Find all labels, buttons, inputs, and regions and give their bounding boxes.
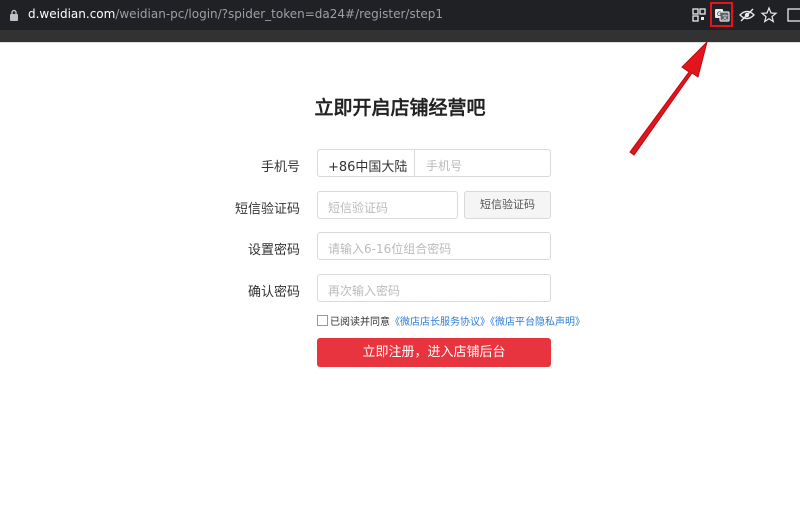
star-icon[interactable] [760, 6, 778, 24]
sms-code-input[interactable]: 短信验证码 [317, 191, 458, 219]
agree-text: 已阅读并同意 [330, 317, 390, 328]
qr-code-icon[interactable] [690, 6, 708, 24]
bookmark-bar [0, 30, 800, 42]
page-title: 立即开启店铺经营吧 [314, 97, 486, 119]
sms-code-placeholder: 短信验证码 [328, 201, 389, 215]
service-agreement-link[interactable]: 《微店店长服务协议》 [390, 317, 490, 328]
chevron-down-icon[interactable]: ⌄ [400, 157, 408, 168]
phone-label: 手机号 [260, 160, 300, 175]
url-path: /weidian-pc/login/?spider_token=da24#/re… [115, 7, 444, 21]
password-label: 设置密码 [247, 243, 300, 258]
confirm-password-input[interactable]: 再次输入密码 [317, 274, 551, 302]
register-page: 立即开启店铺经营吧 手机号 +86中国大陆 ⌄ 手机号 短信验证码 短信验证码 … [0, 42, 800, 507]
translate-highlight-box [710, 2, 733, 27]
privacy-statement-link[interactable]: 《微店平台隐私声明》 [490, 317, 585, 328]
url-field[interactable]: d.weidian.com/weidian-pc/login/?spider_t… [28, 7, 443, 21]
password-placeholder: 请输入6-16位组合密码 [328, 242, 452, 256]
side-panel-icon[interactable] [786, 6, 800, 24]
divider [414, 150, 415, 176]
phone-input[interactable]: 手机号 [426, 157, 462, 174]
url-host: d.weidian.com [28, 7, 116, 21]
agreement-row: 已阅读并同意《微店店长服务协议》《微店平台隐私声明》 [317, 313, 585, 328]
address-bar: d.weidian.com/weidian-pc/login/?spider_t… [0, 0, 800, 30]
sms-label: 短信验证码 [234, 202, 300, 217]
confirm-password-label: 确认密码 [247, 285, 300, 300]
phone-field-group: +86中国大陆 ⌄ 手机号 [317, 149, 551, 177]
send-sms-button[interactable]: 短信验证码 [464, 191, 551, 219]
confirm-password-placeholder: 再次输入密码 [328, 284, 401, 298]
register-submit-button[interactable]: 立即注册，进入店铺后台 [317, 338, 551, 367]
country-code-select[interactable]: +86中国大陆 [328, 156, 407, 175]
lock-icon[interactable] [9, 9, 19, 21]
password-input[interactable]: 请输入6-16位组合密码 [317, 232, 551, 260]
eye-off-icon[interactable] [738, 6, 756, 24]
agree-checkbox[interactable] [317, 315, 328, 326]
